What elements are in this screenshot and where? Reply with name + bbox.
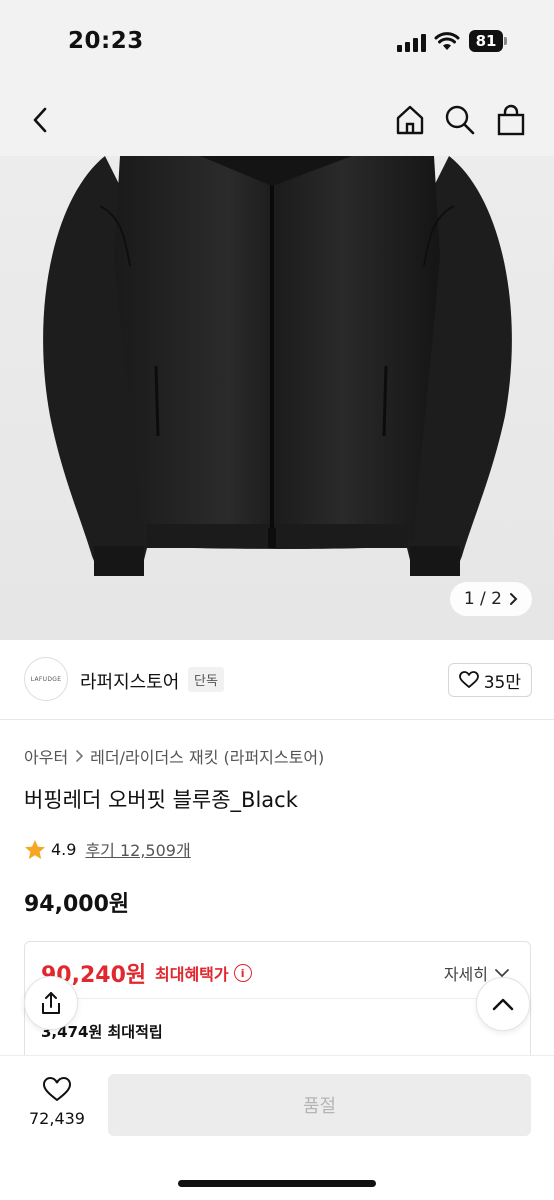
like-store-count: 35만 (483, 672, 521, 693)
search-icon[interactable] (442, 102, 478, 138)
status-time: 20:23 (68, 28, 144, 54)
chevron-left-icon[interactable] (22, 102, 58, 138)
max-benefit-label: 최대혜택가 i (155, 961, 252, 985)
store-logo-text: LAFUDGE (30, 675, 62, 683)
product-price: 94,000원 (24, 892, 130, 917)
home-indicator (178, 1180, 376, 1187)
like-store-button[interactable]: 35만 (447, 663, 532, 697)
benefit-divider (41, 998, 514, 999)
star-icon (25, 839, 45, 859)
nav-bar (0, 84, 554, 156)
max-benefit-label-text: 최대혜택가 (155, 965, 229, 984)
battery-level: 81 (469, 30, 503, 52)
chevron-up-icon (492, 998, 514, 1011)
signal-icon (397, 34, 427, 52)
wish-count: 72,439 (29, 1109, 85, 1128)
chevron-right-icon (510, 593, 518, 605)
soldout-button[interactable]: 품절 (108, 1074, 531, 1136)
bag-icon[interactable] (493, 102, 529, 138)
jacket-image (43, 156, 512, 576)
detail-label: 자세히 (443, 965, 488, 984)
heart-icon (43, 1077, 71, 1101)
product-title: 버핑레더 오버핏 블루종_Black (24, 788, 298, 812)
rating-row: 4.9 후기 12,509개 (24, 837, 191, 861)
breadcrumb-item-outer[interactable]: 아우터 (24, 744, 68, 768)
store-name[interactable]: 라퍼지스토어 (80, 668, 179, 694)
product-image[interactable]: 1 / 2 (0, 156, 554, 640)
store-badge: 단독 (188, 667, 224, 692)
breadcrumb-item-category[interactable]: 레더/라이더스 재킷 (라퍼지스토어) (90, 744, 324, 768)
benefit-box: 90,240원 최대혜택가 i 자세히 3,474원 최대적립 (24, 941, 531, 1071)
wish-button[interactable]: 72,439 (22, 1076, 92, 1140)
heart-icon (458, 671, 479, 688)
review-link[interactable]: 후기 12,509개 (85, 837, 190, 861)
scroll-top-button[interactable] (476, 977, 530, 1031)
status-bar: 20:23 81 (0, 0, 554, 84)
chevron-right-icon (76, 750, 84, 762)
share-button[interactable] (24, 976, 78, 1030)
store-logo[interactable]: LAFUDGE (24, 657, 68, 701)
home-icon[interactable] (392, 102, 428, 138)
wifi-icon (434, 31, 460, 51)
share-icon (42, 992, 60, 1014)
breadcrumb: 아우터 레더/라이더스 재킷 (라퍼지스토어) (24, 744, 324, 768)
battery-icon: 81 (469, 30, 507, 52)
rating-value: 4.9 (51, 839, 77, 859)
image-counter-text: 1 / 2 (463, 589, 502, 609)
image-counter[interactable]: 1 / 2 (449, 582, 532, 616)
info-icon[interactable]: i (233, 964, 252, 982)
store-row: LAFUDGE 라퍼지스토어 단독 35만 (0, 640, 554, 720)
bottom-action-bar: 72,439 품절 (0, 1055, 554, 1200)
